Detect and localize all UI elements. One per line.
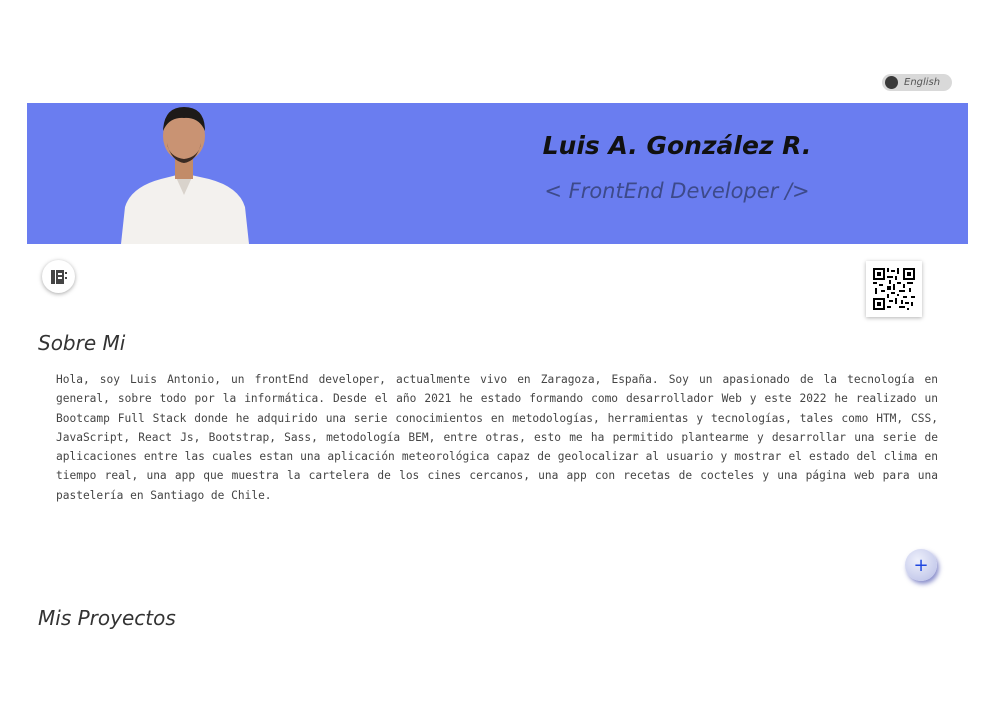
profile-role: < FrontEnd Developer /> <box>544 179 810 203</box>
toggle-knob <box>885 76 898 89</box>
language-toggle[interactable]: English <box>882 74 952 91</box>
plus-icon: + <box>913 554 929 576</box>
qr-code-icon <box>873 268 915 310</box>
language-label: English <box>904 77 941 88</box>
about-title: Sobre Mi <box>38 331 126 355</box>
about-text: Hola, soy Luis Antonio, un frontEnd deve… <box>56 373 938 502</box>
cv-button[interactable] <box>42 260 75 293</box>
header-banner: Luis A. González R. < FrontEnd Developer… <box>27 103 968 244</box>
profile-photo <box>121 107 249 244</box>
qr-code[interactable] <box>866 261 922 317</box>
profile-name: Luis A. González R. <box>542 131 812 160</box>
projects-title: Mis Proyectos <box>38 606 176 630</box>
more-button[interactable]: + <box>905 549 937 581</box>
cv-document-icon <box>50 269 67 284</box>
